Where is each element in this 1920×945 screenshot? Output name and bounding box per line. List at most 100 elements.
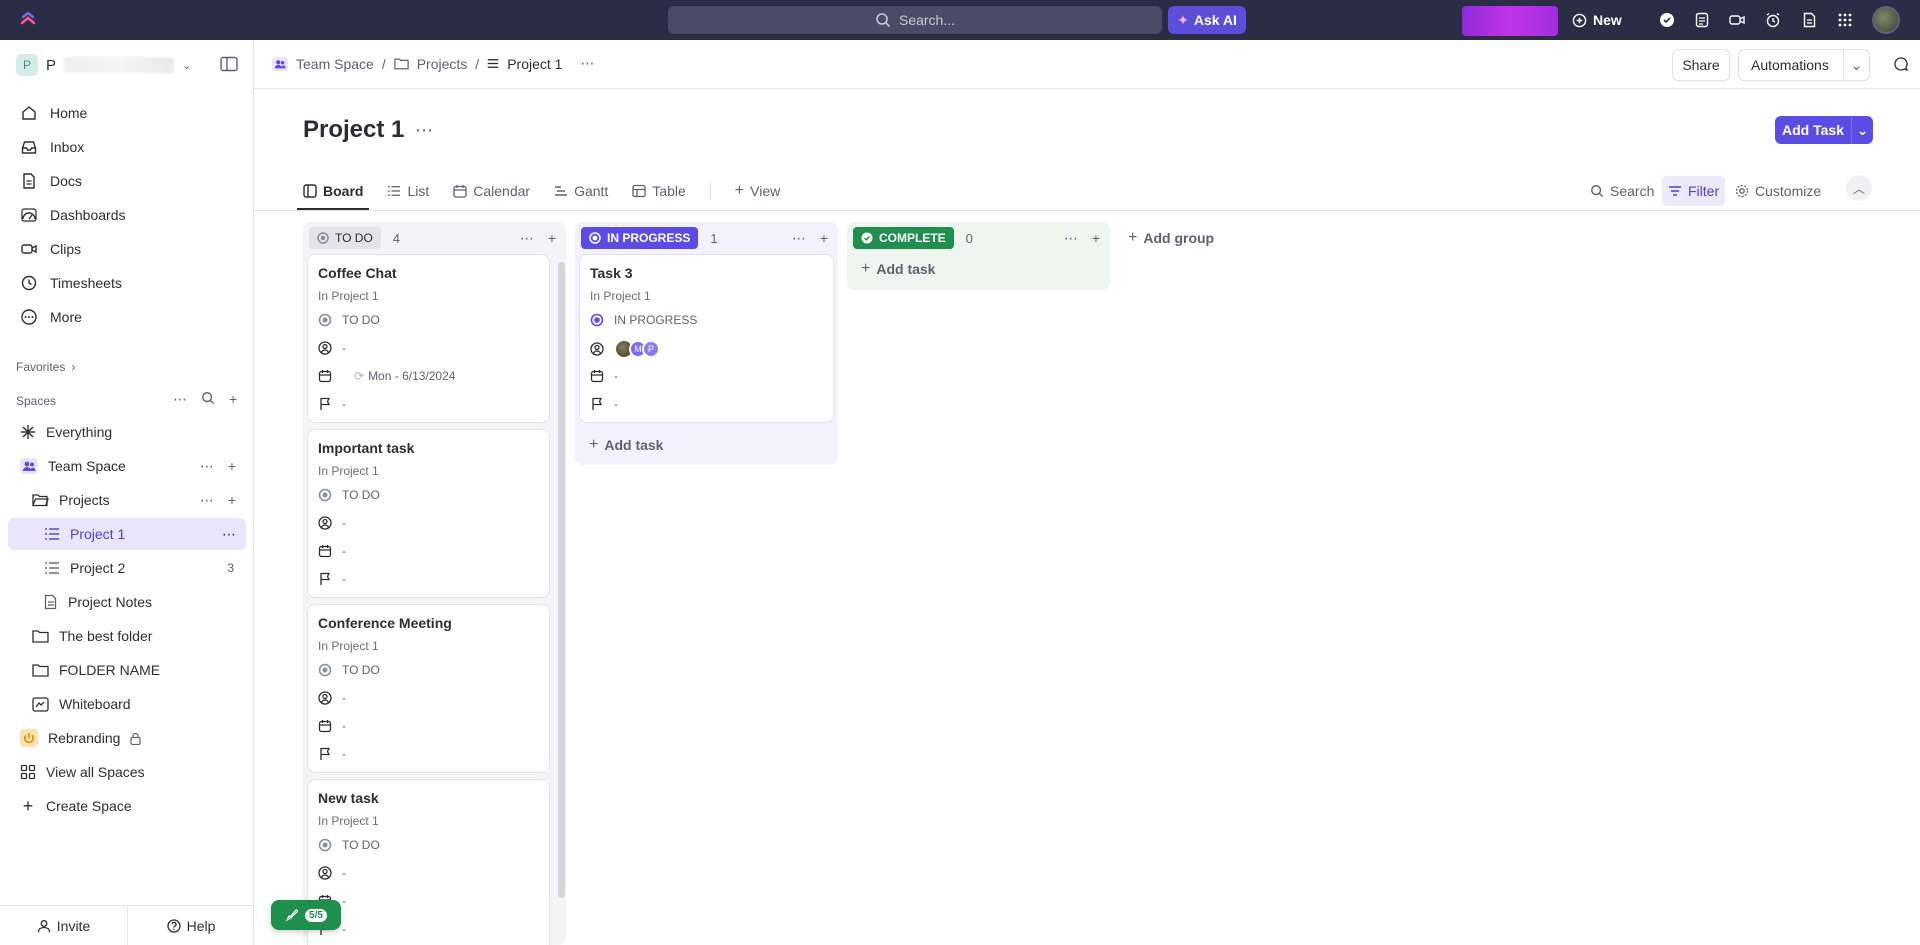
task-card[interactable]: Important task In Project 1 TO DO - - -: [307, 429, 550, 598]
video-icon[interactable]: [1728, 11, 1746, 29]
chat-icon[interactable]: [1893, 56, 1909, 72]
new-button[interactable]: New: [1572, 6, 1622, 34]
more-icon[interactable]: ⋯: [200, 492, 214, 509]
task-card[interactable]: Task 3 In Project 1 IN PROGRESS M P - -: [579, 254, 834, 423]
spaces-search-icon[interactable]: [201, 391, 215, 405]
more-icon[interactable]: ⋯: [1064, 230, 1078, 247]
more-icon[interactable]: ⋯: [222, 526, 236, 543]
breadcrumb-space[interactable]: Team Space: [296, 56, 374, 72]
more-icon[interactable]: ⋯: [520, 230, 534, 247]
plus-icon[interactable]: +: [1092, 230, 1100, 247]
notepad-icon[interactable]: [1693, 11, 1711, 29]
collapse-up-icon[interactable]: ︿: [1846, 175, 1872, 201]
tab-board[interactable]: Board: [296, 172, 370, 210]
nav-clips[interactable]: Clips: [8, 233, 246, 265]
tab-gantt[interactable]: Gantt: [554, 172, 608, 210]
tree-view-all-spaces[interactable]: View all Spaces: [8, 756, 246, 788]
task-assignee[interactable]: M P: [590, 339, 660, 359]
task-title[interactable]: New task: [318, 790, 379, 806]
alarm-clock-icon[interactable]: [1764, 11, 1782, 29]
task-date[interactable]: -: [590, 369, 618, 383]
nav-home[interactable]: Home: [8, 97, 246, 129]
nav-dashboards[interactable]: Dashboards: [8, 199, 246, 231]
check-circle-icon[interactable]: [1658, 11, 1676, 29]
add-group-button[interactable]: + Add group: [1128, 229, 1214, 247]
plus-icon[interactable]: +: [228, 458, 236, 475]
workspace-switcher[interactable]: P P ⌄: [16, 54, 191, 76]
collapse-sidebar-icon[interactable]: [220, 56, 238, 72]
title-more-icon[interactable]: ⋯: [415, 120, 433, 141]
plus-icon[interactable]: +: [548, 230, 556, 247]
task-date[interactable]: -: [318, 719, 346, 733]
task-title[interactable]: Task 3: [590, 265, 633, 281]
status-pill-complete[interactable]: COMPLETE: [853, 227, 954, 249]
tree-best-folder[interactable]: The best folder: [8, 620, 246, 652]
plus-icon[interactable]: +: [820, 230, 828, 247]
tree-rebranding[interactable]: Rebranding: [8, 722, 246, 754]
chevron-down-icon[interactable]: ⌄: [1843, 50, 1869, 80]
apps-grid-icon[interactable]: [1836, 11, 1854, 29]
task-status[interactable]: TO DO: [318, 488, 380, 502]
user-avatar[interactable]: [1872, 6, 1900, 34]
task-title[interactable]: Conference Meeting: [318, 615, 452, 631]
add-task-button[interactable]: Add Task ⌄: [1775, 116, 1873, 144]
tree-team-space[interactable]: Team Space ⋯ +: [8, 450, 246, 482]
task-status[interactable]: TO DO: [318, 313, 380, 327]
task-assignee[interactable]: -: [318, 691, 346, 705]
tree-projects-folder[interactable]: Projects ⋯ +: [8, 484, 246, 516]
task-card[interactable]: Conference Meeting In Project 1 TO DO - …: [307, 604, 550, 773]
add-task-in-progress[interactable]: + Add task: [589, 436, 663, 454]
task-priority[interactable]: -: [318, 397, 346, 411]
task-status[interactable]: TO DO: [318, 663, 380, 677]
promo-banner[interactable]: [1462, 6, 1558, 36]
global-search[interactable]: Search...: [668, 6, 1162, 34]
tree-create-space[interactable]: + Create Space: [8, 790, 246, 822]
task-assignee[interactable]: -: [318, 516, 346, 530]
task-priority[interactable]: -: [590, 397, 618, 411]
tree-whiteboard[interactable]: Whiteboard: [8, 688, 246, 720]
more-icon[interactable]: ⋯: [792, 230, 806, 247]
tree-project-notes[interactable]: Project Notes: [8, 586, 246, 618]
automations-button[interactable]: Automations ⌄: [1738, 49, 1870, 81]
share-button[interactable]: Share: [1672, 49, 1730, 81]
task-date[interactable]: -: [318, 544, 346, 558]
task-card[interactable]: Coffee Chat In Project 1 TO DO - ⟳ Mon - …: [307, 254, 550, 423]
invite-button[interactable]: Invite: [0, 906, 127, 945]
document-icon[interactable]: [1800, 11, 1818, 29]
spaces-more-icon[interactable]: ⋯: [173, 391, 187, 408]
nav-inbox[interactable]: Inbox: [8, 131, 246, 163]
tree-everything[interactable]: Everything: [8, 416, 246, 448]
status-pill-todo[interactable]: TO DO: [309, 227, 381, 249]
breadcrumb-more-icon[interactable]: ⋯: [580, 55, 594, 72]
ask-ai-button[interactable]: ✦ Ask AI: [1168, 6, 1246, 34]
task-card[interactable]: New task In Project 1 TO DO - - -: [307, 779, 550, 945]
column-scrollbar[interactable]: [558, 262, 565, 898]
add-space-icon[interactable]: +: [229, 391, 237, 408]
task-assignee[interactable]: -: [318, 341, 346, 355]
tab-table[interactable]: Table: [632, 172, 686, 210]
breadcrumb-folder[interactable]: Projects: [417, 56, 468, 72]
task-title[interactable]: Important task: [318, 440, 414, 456]
tree-project-1[interactable]: Project 1 ⋯: [8, 518, 246, 550]
nav-more[interactable]: More: [8, 301, 246, 333]
help-button[interactable]: Help: [127, 905, 254, 945]
nav-timesheets[interactable]: Timesheets: [8, 267, 246, 299]
task-priority[interactable]: -: [318, 572, 346, 586]
filter-button[interactable]: Filter: [1662, 176, 1726, 206]
task-date[interactable]: ⟳ Mon - 6/13/2024: [318, 369, 455, 383]
add-task-complete[interactable]: + Add task: [861, 260, 935, 278]
status-pill-in-progress[interactable]: IN PROGRESS: [581, 227, 699, 249]
add-view-button[interactable]: + View: [735, 172, 780, 210]
task-title[interactable]: Coffee Chat: [318, 265, 397, 281]
task-status[interactable]: IN PROGRESS: [590, 313, 697, 327]
tree-folder-name[interactable]: FOLDER NAME: [8, 654, 246, 686]
onboarding-launcher[interactable]: 5/5: [271, 900, 341, 930]
nav-docs[interactable]: Docs: [8, 165, 246, 197]
assignee-avatars[interactable]: M P: [614, 339, 660, 359]
task-status[interactable]: TO DO: [318, 838, 380, 852]
view-search-button[interactable]: Search: [1590, 176, 1654, 206]
tab-list[interactable]: List: [387, 172, 429, 210]
task-assignee[interactable]: -: [318, 866, 346, 880]
app-logo-icon[interactable]: [18, 10, 38, 30]
favorites-header[interactable]: Favorites ›: [16, 360, 75, 374]
